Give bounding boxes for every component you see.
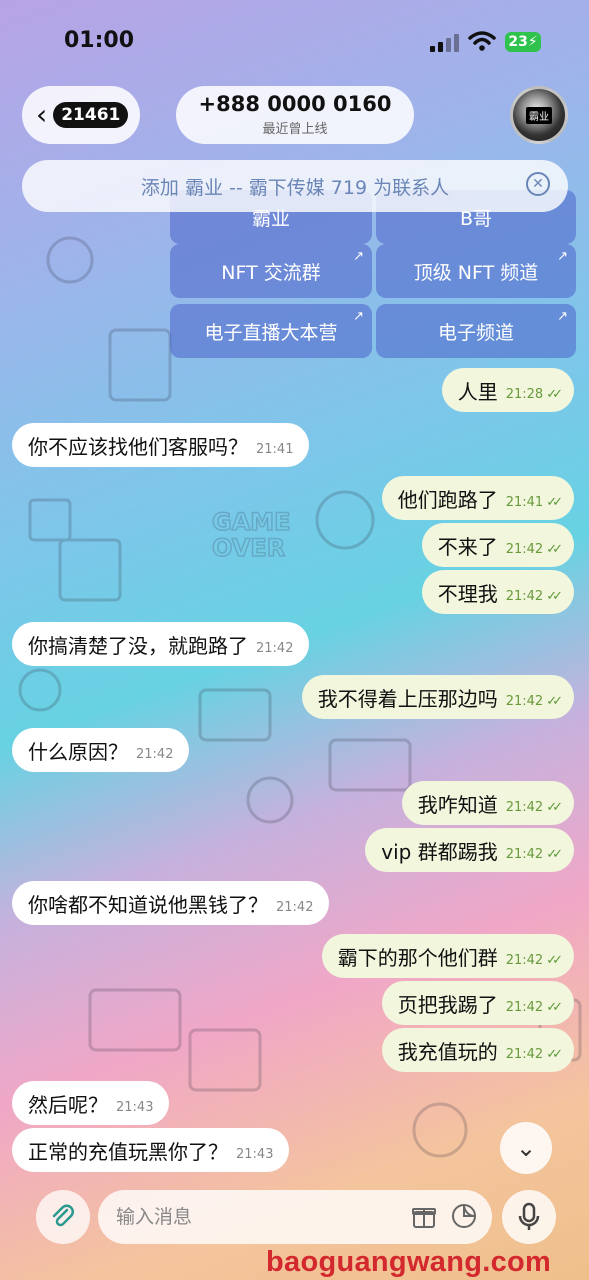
message-time: 21:42 [505, 588, 544, 604]
read-checkmarks-icon: ✓✓ [546, 588, 563, 604]
chat-title[interactable]: +888 0000 0160 最近曾上线 [176, 86, 414, 144]
message-text: 不理我 [437, 581, 498, 606]
keyboard-button-label: 顶级 NFT 频道 [413, 261, 539, 284]
message-text: 他们跑路了 [397, 487, 498, 512]
signal-icon [430, 32, 459, 52]
message-bubble[interactable]: 不来了 21:42 ✓✓ [421, 523, 574, 567]
message-text: 我咋知道 [417, 792, 498, 817]
message-bubble[interactable]: 我充值玩的 21:42 ✓✓ [381, 1028, 574, 1072]
keyboard-button-nft-group[interactable]: NFT 交流群 ↗ [170, 244, 372, 298]
message-text: 人里 [457, 379, 498, 404]
message-bubble[interactable]: 然后呢？ 21:43 [12, 1081, 170, 1125]
read-checkmarks-icon: ✓✓ [546, 693, 563, 709]
unread-count-badge: 21461 [53, 102, 129, 128]
keyboard-button-label: NFT 交流群 [221, 261, 321, 284]
chevron-down-icon: ⌄ [515, 1134, 537, 1162]
message-bubble[interactable]: 霸下的那个他们群 21:42 ✓✓ [321, 934, 574, 978]
message-input[interactable] [114, 1205, 398, 1229]
site-watermark: baoguangwang.com [266, 1246, 552, 1278]
message-text: vip 群都踢我 [381, 839, 498, 864]
message-time: 21:43 [116, 1099, 154, 1115]
read-checkmarks-icon: ✓✓ [546, 799, 563, 815]
message-bubble[interactable]: 我不得着上压那边吗 21:42 ✓✓ [301, 675, 574, 719]
gift-icon[interactable] [410, 1202, 438, 1230]
attach-button[interactable] [36, 1190, 90, 1244]
message-time: 21:43 [236, 1146, 274, 1162]
paperclip-icon [52, 1204, 74, 1227]
message-time: 21:42 [136, 746, 174, 762]
message-time: 21:42 [256, 640, 294, 656]
message-text: 霸下的那个他们群 [337, 945, 498, 970]
close-icon[interactable]: ✕ [526, 172, 550, 196]
keyboard-button-live-camp[interactable]: 电子直播大本营 ↗ [170, 304, 372, 358]
read-checkmarks-icon: ✓✓ [546, 846, 563, 862]
message-bubble[interactable]: 你不应该找他们客服吗？ 21:41 [12, 423, 310, 467]
message-bubble[interactable]: 你啥都不知道说他黑钱了？ 21:42 [12, 881, 330, 925]
message-time: 21:42 [505, 799, 544, 815]
message-text: 你啥都不知道说他黑钱了？ [28, 892, 268, 917]
add-contact-banner[interactable]: 添加 霸业 -- 霸下传媒 719 为联系人 ✕ [22, 160, 568, 212]
message-time: 21:42 [505, 1046, 544, 1062]
message-text: 不来了 [437, 534, 498, 559]
contact-phone: +888 0000 0160 [198, 92, 392, 116]
voice-record-button[interactable] [502, 1190, 556, 1244]
message-bubble[interactable]: 你搞清楚了没，就跑路了 21:42 [12, 622, 310, 666]
last-seen-status: 最近曾上线 [262, 122, 328, 137]
message-time: 21:42 [276, 899, 314, 915]
svg-text:GAME: GAME [212, 508, 291, 536]
message-bubble[interactable]: 不理我 21:42 ✓✓ [421, 570, 574, 614]
keyboard-button-nft-channel[interactable]: 顶级 NFT 频道 ↗ [376, 244, 576, 298]
keyboard-button-label: 电子频道 [437, 321, 514, 344]
message-bubble[interactable]: 他们跑路了 21:41 ✓✓ [381, 476, 574, 520]
read-checkmarks-icon: ✓✓ [546, 494, 563, 510]
avatar-text: 霸业 [526, 106, 552, 124]
message-text: 我充值玩的 [397, 1039, 498, 1064]
message-bubble[interactable]: 页把我踢了 21:42 ✓✓ [381, 981, 574, 1025]
external-link-icon: ↗ [353, 309, 364, 324]
message-bubble[interactable]: vip 群都踢我 21:42 ✓✓ [365, 828, 574, 872]
message-text: 你不应该找他们客服吗？ [28, 434, 248, 459]
message-text: 然后呢？ [28, 1092, 108, 1117]
status-time: 01:00 [64, 28, 135, 53]
message-text: 正常的充值玩黑你了？ [28, 1139, 228, 1164]
message-text: 你搞清楚了没，就跑路了 [28, 633, 248, 658]
message-time: 21:41 [256, 441, 294, 457]
message-time: 21:42 [505, 693, 544, 709]
keyboard-button-label: 电子直播大本营 [204, 321, 338, 344]
svg-text:OVER: OVER [212, 534, 285, 562]
read-checkmarks-icon: ✓✓ [546, 541, 563, 557]
read-checkmarks-icon: ✓✓ [546, 1046, 563, 1062]
battery-icon: 23 ⚡ [505, 32, 541, 52]
scroll-down-button[interactable]: ⌄ [500, 1122, 552, 1174]
chevron-left-icon: ‹ [36, 98, 48, 131]
external-link-icon: ↗ [557, 309, 568, 324]
message-time: 21:42 [505, 541, 544, 557]
read-checkmarks-icon: ✓✓ [546, 386, 563, 402]
message-bubble[interactable]: 正常的充值玩黑你了？ 21:43 [12, 1128, 290, 1172]
message-text: 我不得着上压那边吗 [317, 686, 498, 711]
avatar[interactable]: 霸业 [510, 86, 568, 144]
sticker-icon[interactable] [450, 1202, 478, 1230]
message-time: 21:42 [505, 999, 544, 1015]
add-contact-text: 添加 霸业 -- 霸下传媒 719 为联系人 [140, 176, 450, 199]
message-time: 21:42 [505, 846, 544, 862]
back-button[interactable]: ‹ 21461 [22, 86, 140, 144]
read-checkmarks-icon: ✓✓ [546, 952, 563, 968]
message-text: 什么原因？ [28, 739, 128, 764]
message-time: 21:28 [505, 386, 544, 402]
wifi-icon [468, 31, 496, 51]
external-link-icon: ↗ [557, 249, 568, 264]
read-checkmarks-icon: ✓✓ [546, 999, 563, 1015]
microphone-icon [518, 1202, 540, 1230]
message-time: 21:42 [505, 952, 544, 968]
message-time: 21:41 [505, 494, 544, 510]
message-text: 页把我踢了 [397, 992, 498, 1017]
external-link-icon: ↗ [353, 249, 364, 264]
message-bubble[interactable]: 什么原因？ 21:42 [12, 728, 190, 772]
keyboard-button-e-channel[interactable]: 电子频道 ↗ [376, 304, 576, 358]
message-bubble[interactable]: 人里 21:28 ✓✓ [441, 368, 574, 412]
message-bubble[interactable]: 我咋知道 21:42 ✓✓ [401, 781, 574, 825]
